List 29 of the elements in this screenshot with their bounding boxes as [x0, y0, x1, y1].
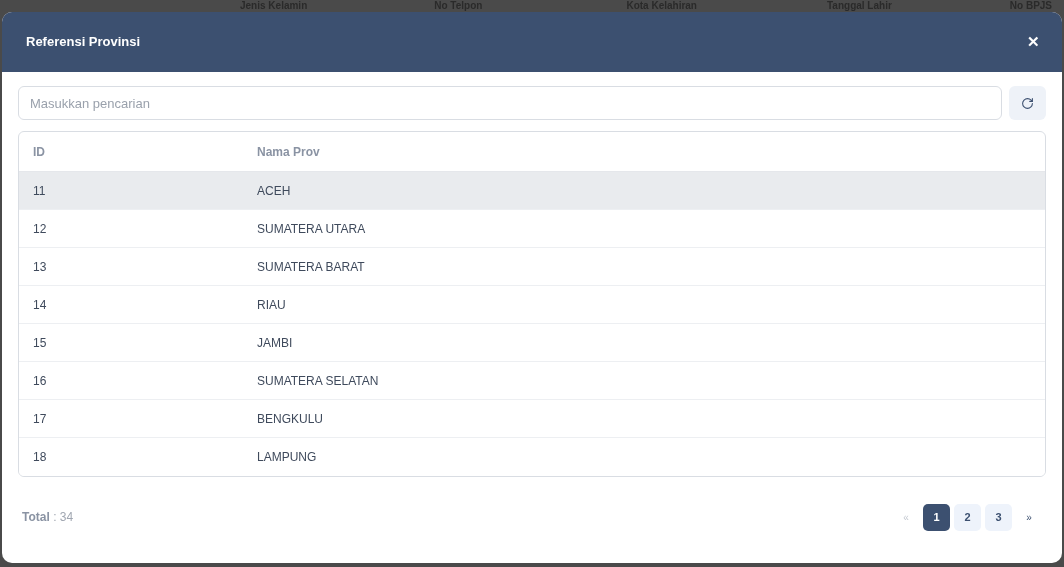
total-count: Total : 34 — [22, 509, 74, 526]
table-cell-text: 11 — [32, 182, 47, 200]
table-cell-text: RIAU — [257, 296, 286, 314]
table-cell-text: SUMATERA BARAT — [257, 258, 365, 276]
close-button[interactable]: ✕ — [1027, 30, 1040, 54]
page-button[interactable]: 2 — [954, 503, 981, 531]
next-page-button[interactable]: » — [1016, 504, 1042, 530]
table-cell-text: 13 — [32, 258, 48, 276]
column-header: Nama Prov — [257, 143, 320, 161]
table-cell-text: BENGKULU — [257, 410, 324, 428]
table-cell-text: 16 — [32, 372, 48, 390]
table-cell-text: SUMATERA UTARA — [257, 220, 366, 238]
table-cell-text: 18 — [32, 449, 48, 466]
refresh-icon — [1021, 96, 1034, 110]
table-row[interactable]: 11 ACEH — [19, 172, 1045, 210]
refresh-button[interactable] — [1009, 86, 1046, 120]
page-button[interactable]: 1 — [923, 503, 950, 531]
table-cell-text: 15 — [32, 334, 48, 352]
dialog-title: Referensi Provinsi — [26, 33, 141, 52]
column-header: ID — [32, 143, 46, 161]
table-cell-text: SUMATERA SELATAN — [257, 372, 379, 390]
table-cell-text: 14 — [32, 296, 48, 314]
search-field[interactable]: Masukkan pencarian — [18, 86, 1002, 120]
table-cell-text: JAMBI — [257, 334, 293, 352]
table-cell-text: LAMPUNG — [257, 449, 317, 466]
table-cell-text: 17 — [32, 410, 48, 428]
table-cell-text: 12 — [32, 220, 48, 238]
table-cell-text: ACEH — [257, 182, 291, 200]
page-button[interactable]: 3 — [985, 503, 1012, 531]
